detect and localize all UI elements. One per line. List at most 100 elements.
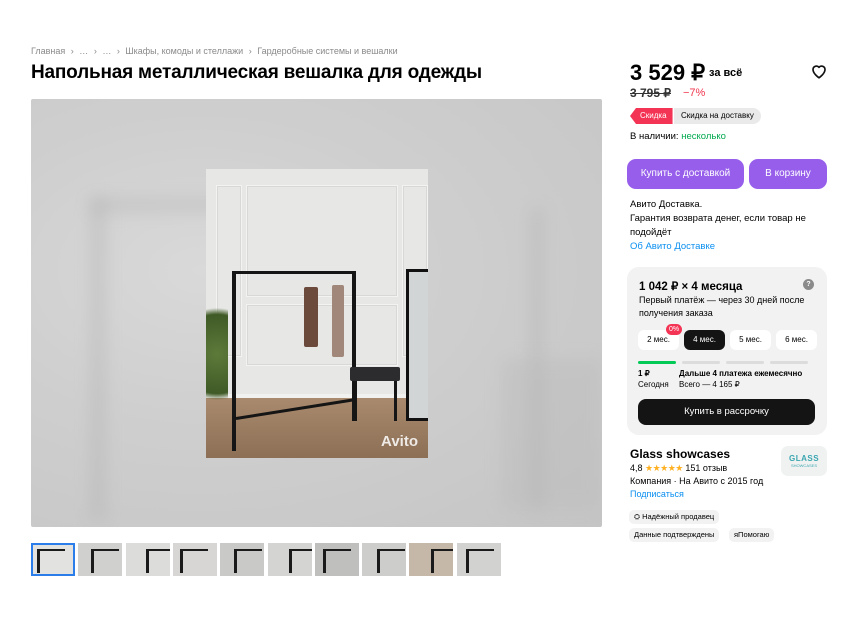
thumbnail-rack-shape [431,549,454,551]
installment-headline: 1 042 ₽ × 4 месяца [639,281,743,293]
first-payment-amount: 1 ₽ [638,369,650,378]
first-payment-when: Сегодня [638,380,669,389]
seller-logo-text: GLASS [788,454,820,463]
yapomogayu-chip[interactable]: яПомогаю [729,528,775,542]
stool-leg [354,381,357,421]
add-to-cart-button[interactable]: В корзину [749,159,827,189]
stock-status: В наличии: несколько [630,131,726,142]
thumbnail-7[interactable] [314,543,359,576]
stock-value: несколько [681,131,726,142]
thumbnail-rack-shape [234,549,263,551]
thumbnail-rack-shape [179,549,208,551]
thumbnail-9[interactable] [409,543,454,576]
verified-data-chip[interactable]: Данные подтверждены [629,528,720,542]
price-suffix: за всё [709,67,743,79]
breadcrumb-separator: › [93,46,97,56]
rest-payments-total: Всего — 4 165 ₽ [679,380,740,389]
wall-panel [246,185,398,297]
rack-post-left [232,271,236,451]
thumbnail-rack-shape [91,549,120,551]
old-price: 3 795 ₽ [630,86,671,100]
blurred-background [91,199,105,519]
delivery-sale-badge: Скидка на доставку [674,108,761,124]
thumbnail-3[interactable] [125,543,170,576]
help-icon[interactable]: ? [803,279,814,290]
installment-subtitle: Первый платёж — через 30 дней после полу… [639,295,805,318]
blurred-background [501,359,601,509]
installment-option-6[interactable]: 6 мес. [776,330,817,350]
thumbnail-1[interactable] [31,543,75,576]
price: 3 529 ₽ [630,60,706,85]
handshake-icon: ⛭ [634,512,640,521]
sale-badge: Скидка [630,108,673,124]
rating-value: 4,8 [630,463,643,473]
thumbnail-rack-shape [145,549,149,573]
thumbnail-rack-shape [377,549,406,551]
thumbnail-2[interactable] [78,543,123,576]
rest-payments: Дальше 4 платежа ежемесячно Всего — 4 16… [679,368,802,390]
thumbnail-rack-shape [465,549,494,551]
breadcrumb: Главная › … › … › Шкафы, комоды и стелла… [31,46,401,56]
thumbnail-rack-shape [322,549,351,551]
payment-progress-segment [726,361,764,364]
rack-top-bar [232,271,356,274]
delivery-info: Авито Доставка. Гарантия возврата денег,… [630,198,810,254]
thumbnail-rack-shape [322,549,326,573]
trusted-seller-chip[interactable]: ⛭ Надёжный продавец [629,510,720,524]
thumbnail-rack-shape [288,549,312,551]
thumbnail-rack-shape [37,549,40,573]
subscribe-link[interactable]: Подписаться [630,489,684,499]
installment-card: 1 042 ₽ × 4 месяца ? Первый платёж — чер… [627,267,827,435]
seller-logo[interactable]: GLASS SHOWCASES [781,446,827,476]
thumbnail-rack-shape [431,549,435,573]
breadcrumb-category[interactable]: Шкафы, комоды и стеллажи [125,46,243,56]
installment-option-5[interactable]: 5 мес. [730,330,771,350]
zero-percent-badge: 0% [666,324,683,335]
thumbnail-4[interactable] [172,543,217,576]
thumbnail-rack-shape [91,549,95,573]
breadcrumb-separator: › [70,46,74,56]
hanging-garment [332,285,344,357]
thumbnail-8[interactable] [362,543,407,576]
wall-panel [246,304,398,366]
buy-with-delivery-button[interactable]: Купить с доставкой [627,159,744,189]
stock-label: В наличии: [630,131,679,142]
trusted-seller-label: Надёжный продавец [642,512,715,521]
stool-seat [350,367,400,381]
seller-company-info: Компания · На Авито с 2015 год [630,476,764,486]
main-photo-gallery[interactable]: Avito [31,99,602,527]
thumbnail-rack-shape [234,549,238,573]
thumbnail-6[interactable] [267,543,312,576]
thumbnail-rack-shape [377,549,381,573]
seller-rating[interactable]: 4,8 ★★★★★ 151 отзыв [630,463,727,474]
delivery-about-link[interactable]: Об Авито Доставке [630,240,810,254]
breadcrumb-ellipsis-2[interactable]: … [102,46,111,56]
plant [206,289,228,419]
buy-installment-button[interactable]: Купить в рассрочку [638,399,815,425]
product-photo[interactable]: Avito [206,169,428,458]
stool-leg [394,381,397,421]
delivery-line-2: Гарантия возврата денег, если товар не п… [630,213,806,238]
seller-logo-subtext: SHOWCASES [790,463,817,468]
payment-progress-segment [770,361,808,364]
page-title: Напольная металлическая вешалка для одеж… [31,62,482,83]
breadcrumb-home[interactable]: Главная [31,46,65,56]
discount-percent: −7% [683,87,706,99]
payment-progress-segment [638,361,676,364]
rest-payments-title: Дальше 4 платежа ежемесячно [679,369,803,378]
thumbnail-rack-shape [179,549,183,573]
thumbnail-rack-shape [145,549,170,551]
delivery-line-1: Авито Доставка. [630,199,703,210]
payment-progress-segment [682,361,720,364]
installment-option-4[interactable]: 4 мес. [684,330,725,350]
hanging-garment [304,287,318,347]
thumbnail-rack-shape [37,549,65,551]
breadcrumb-ellipsis-1[interactable]: … [79,46,88,56]
thumbnail-rack-shape [465,549,469,573]
favorite-heart-icon[interactable] [810,62,828,80]
thumbnail-rack-shape [288,549,292,573]
thumbnail-10[interactable] [456,543,501,576]
seller-name[interactable]: Glass showcases [630,447,730,461]
thumbnail-5[interactable] [220,543,265,576]
breadcrumb-subcategory[interactable]: Гардеробные системы и вешалки [257,46,397,56]
